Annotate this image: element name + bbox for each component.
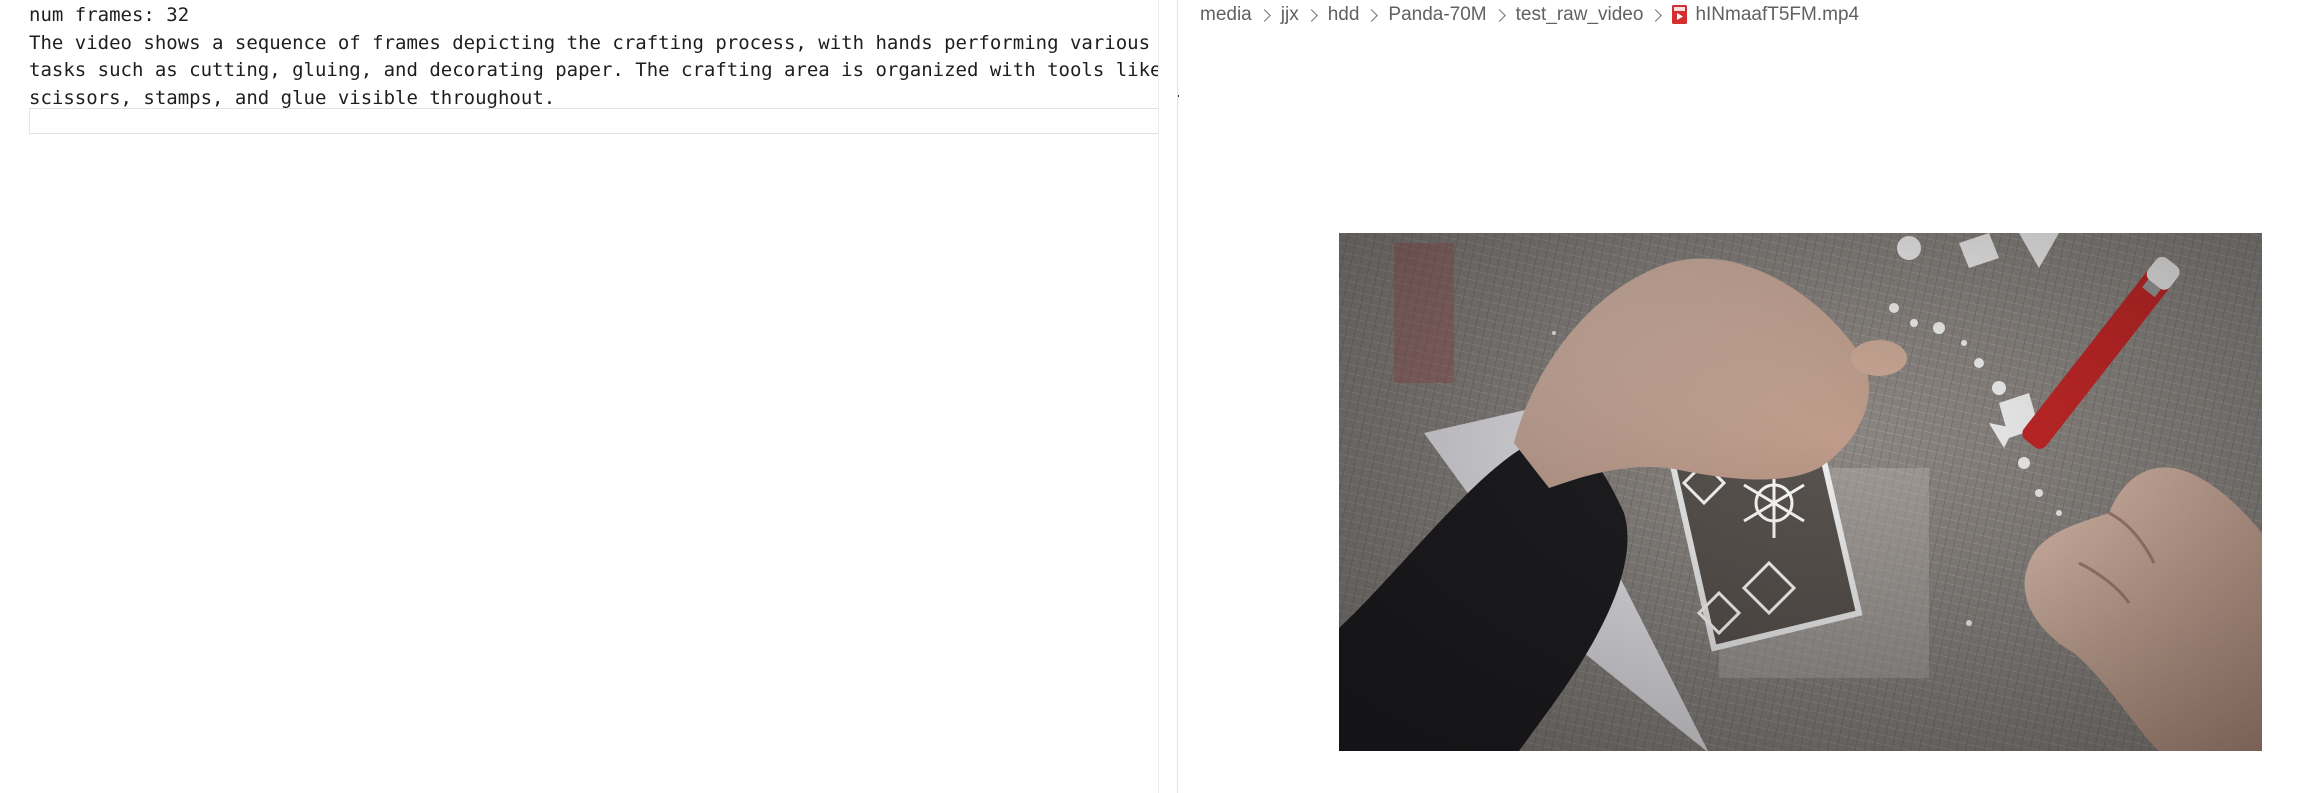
empty-code-cell[interactable]	[29, 108, 1178, 134]
breadcrumb-item-hdd[interactable]: hdd	[1328, 4, 1360, 26]
breadcrumb-item-jjx[interactable]: jjx	[1281, 4, 1299, 26]
chevron-right-icon	[1492, 8, 1506, 22]
cell-output: num frames: 32 The video shows a sequenc…	[29, 2, 1169, 112]
pane-splitter[interactable]	[1158, 0, 1178, 793]
output-line-2: tasks such as cutting, gluing, and decor…	[29, 59, 1162, 81]
video-frame-image	[1339, 233, 2262, 751]
video-player[interactable]	[1339, 233, 2262, 751]
chevron-right-icon	[1365, 8, 1379, 22]
output-pane: num frames: 32 The video shows a sequenc…	[0, 0, 1178, 793]
chevron-right-icon	[1257, 8, 1271, 22]
chevron-right-icon	[1304, 8, 1318, 22]
breadcrumb-item-file[interactable]: hINmaafT5FM.mp4	[1695, 4, 1859, 26]
breadcrumb-item-test-raw-video[interactable]: test_raw_video	[1516, 4, 1644, 26]
video-file-icon	[1672, 4, 1688, 24]
breadcrumb-item-panda[interactable]: Panda-70M	[1388, 4, 1486, 26]
output-line-frames: num frames: 32	[29, 4, 190, 26]
breadcrumb: media jjx hdd Panda-70M test_raw_video h…	[1200, 3, 1859, 27]
breadcrumb-item-media[interactable]: media	[1200, 4, 1252, 26]
media-preview-pane: media jjx hdd Panda-70M test_raw_video h…	[1180, 0, 2301, 793]
chevron-right-icon	[1649, 8, 1663, 22]
output-line-1: The video shows a sequence of frames dep…	[29, 31, 1151, 54]
